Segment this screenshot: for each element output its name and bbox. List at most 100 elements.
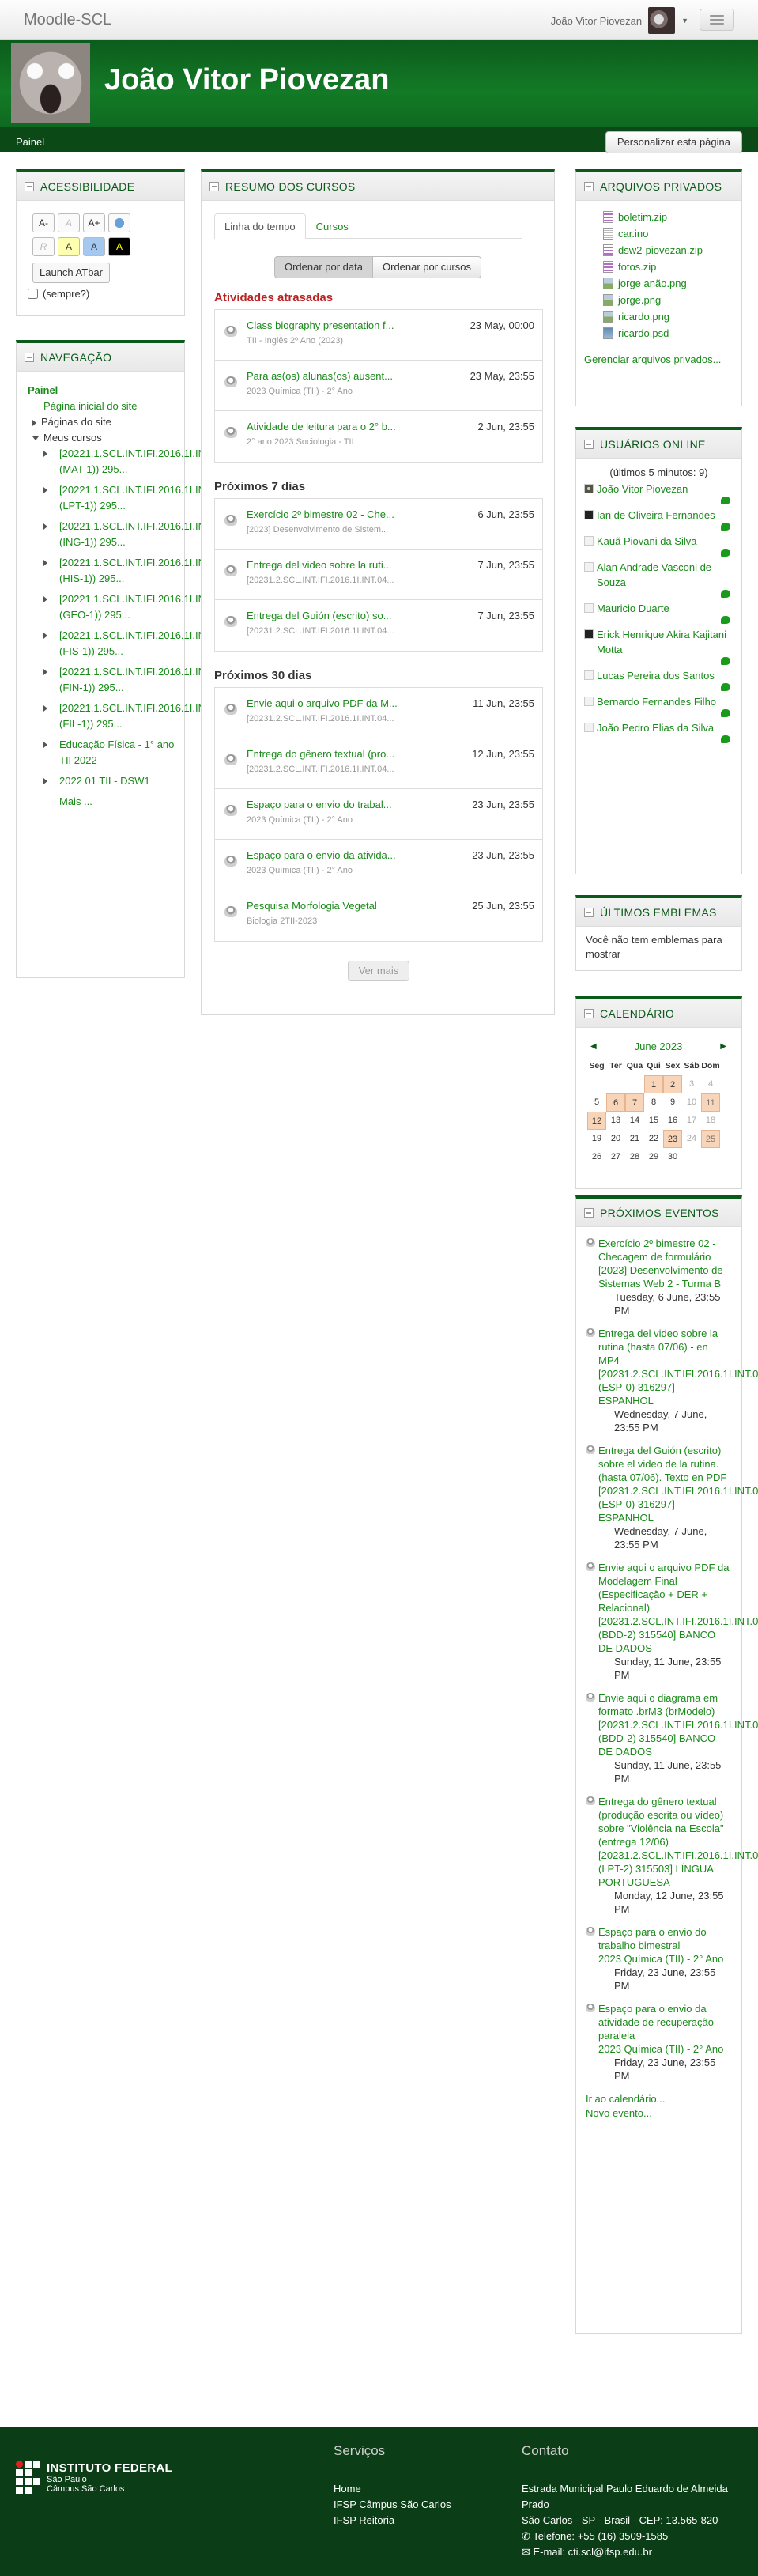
- user-picture[interactable]: [584, 484, 594, 493]
- upcoming-event-course[interactable]: [20231.2.SCL.INT.IFI.2016.1I.INT.04961 (…: [598, 1849, 758, 1888]
- file-link[interactable]: jorge.png: [618, 292, 661, 308]
- collapse-icon[interactable]: [32, 436, 39, 441]
- calendar-day[interactable]: 20: [606, 1130, 625, 1148]
- event-name-link[interactable]: Atividade de leitura para o 2° b...: [247, 421, 413, 432]
- event-row[interactable]: Atividade de leitura para o 2° b... 2° an…: [215, 411, 542, 462]
- online-user-link[interactable]: Lucas Pereira dos Santos: [597, 670, 715, 682]
- user-avatar[interactable]: [648, 7, 676, 34]
- upcoming-event-link[interactable]: Envie aqui o diagrama em formato .brM3 (…: [598, 1692, 718, 1717]
- user-picture[interactable]: [584, 697, 594, 706]
- event-name-link[interactable]: Espaço para o envio do trabal...: [247, 799, 413, 810]
- collapse-block-icon[interactable]: [584, 439, 594, 449]
- tab-courses[interactable]: Cursos: [306, 213, 359, 239]
- menu-toggle-button[interactable]: [700, 9, 734, 31]
- expand-icon[interactable]: [43, 705, 47, 712]
- calendar-day[interactable]: 15: [644, 1112, 663, 1130]
- online-user-link[interactable]: João Pedro Elias da Silva: [597, 722, 714, 734]
- event-name-link[interactable]: Entrega del Guión (escrito) so...: [247, 610, 413, 621]
- event-row[interactable]: Para as(os) alunas(os) ausent... 2023 Quí…: [215, 361, 542, 411]
- event-name-link[interactable]: Entrega del video sobre la ruti...: [247, 559, 413, 571]
- file-item[interactable]: fotos.zip: [603, 259, 733, 275]
- calendar-day[interactable]: 13: [606, 1112, 625, 1130]
- collapse-block-icon[interactable]: [584, 907, 594, 917]
- calendar-day[interactable]: 24: [682, 1130, 701, 1148]
- file-link[interactable]: car.ino: [618, 225, 648, 242]
- collapse-block-icon[interactable]: [584, 1207, 594, 1218]
- upcoming-event-link[interactable]: Espaço para o envio do trabalho bimestra…: [598, 1926, 707, 1951]
- file-item[interactable]: boletim.zip: [603, 209, 733, 225]
- event-name-link[interactable]: Envie aqui o arquivo PDF da M...: [247, 697, 413, 709]
- expand-icon[interactable]: [43, 742, 47, 748]
- upcoming-event-course[interactable]: [20231.2.SCL.INT.IFI.2016.1I.INT.04974 (…: [598, 1719, 758, 1758]
- event-name-link[interactable]: Exercício 2º bimestre 02 - Che...: [247, 508, 413, 520]
- increase-font-button[interactable]: A+: [83, 213, 105, 232]
- manage-files-link[interactable]: Gerenciar arquivos privados...: [584, 353, 721, 365]
- reset-colour-button[interactable]: R: [32, 237, 55, 256]
- calendar-day[interactable]: 9: [663, 1093, 682, 1112]
- collapse-block-icon[interactable]: [25, 181, 34, 191]
- expand-icon[interactable]: [32, 419, 36, 426]
- event-name-link[interactable]: Entrega do gênero textual (pro...: [247, 748, 413, 760]
- file-item[interactable]: jorge.png: [603, 292, 733, 308]
- contact-email[interactable]: ✉ E-mail: cti.scl@ifsp.edu.br: [522, 2544, 743, 2560]
- event-name-link[interactable]: Class biography presentation f...: [247, 319, 413, 331]
- user-picture[interactable]: [584, 562, 594, 572]
- caret-down-icon[interactable]: ▼: [681, 17, 688, 25]
- event-name-link[interactable]: Para as(os) alunas(os) ausent...: [247, 370, 413, 382]
- online-user-link[interactable]: Erick Henrique Akira Kajitani Motta: [597, 629, 726, 655]
- nav-site-home-link[interactable]: Página inicial do site: [43, 400, 138, 412]
- save-settings-icon[interactable]: [108, 213, 130, 232]
- collapse-block-icon[interactable]: [209, 181, 219, 191]
- file-link[interactable]: ricardo.png: [618, 308, 669, 325]
- new-event-link[interactable]: Novo evento...: [586, 2107, 652, 2119]
- upcoming-event-course[interactable]: 2023 Química (TII) - 2° Ano: [598, 2043, 723, 2055]
- calendar-day[interactable]: 7: [625, 1093, 644, 1112]
- upcoming-event-course[interactable]: [2023] Desenvolvimento de Sistemas Web 2…: [598, 1264, 723, 1290]
- calendar-day[interactable]: 29: [644, 1148, 663, 1166]
- calendar-day[interactable]: 18: [701, 1112, 720, 1130]
- nav-more-link[interactable]: Mais ...: [59, 795, 92, 807]
- user-menu-name[interactable]: João Vitor Piovezan: [551, 15, 642, 27]
- next-month-icon[interactable]: ▶: [720, 1042, 726, 1051]
- send-message-icon[interactable]: [721, 709, 730, 717]
- calendar-day[interactable]: 19: [587, 1130, 606, 1148]
- file-link[interactable]: ricardo.psd: [618, 325, 669, 342]
- file-link[interactable]: dsw2-piovezan.zip: [618, 242, 703, 259]
- send-message-icon[interactable]: [721, 549, 730, 557]
- nav-course-item[interactable]: [20221.1.SCL.INT.IFI.2016.1I.INT.04954 (…: [28, 519, 242, 550]
- goto-calendar-link[interactable]: Ir ao calendário...: [586, 2093, 665, 2105]
- event-name-link[interactable]: Pesquisa Morfologia Vegetal: [247, 900, 413, 912]
- calendar-day[interactable]: 25: [701, 1130, 720, 1148]
- nav-course-item[interactable]: [20221.1.SCL.INT.IFI.2016.1I.INT.04949 (…: [28, 701, 242, 732]
- expand-icon[interactable]: [43, 451, 47, 457]
- nav-course-link[interactable]: 2022 01 TII - DSW1: [59, 775, 150, 787]
- event-row[interactable]: Espaço para o envio do trabal... 2023 Quí…: [215, 789, 542, 840]
- collapse-block-icon[interactable]: [25, 352, 34, 362]
- footer-link-home[interactable]: Home: [334, 2481, 492, 2497]
- send-message-icon[interactable]: [721, 523, 730, 531]
- upcoming-event-link[interactable]: Exercício 2º bimestre 02 - Checagem de f…: [598, 1237, 716, 1263]
- user-picture[interactable]: [584, 629, 594, 639]
- sort-by-course-button[interactable]: Ordenar por cursos: [373, 256, 481, 278]
- event-row[interactable]: Espaço para o envio da ativida... 2023 Qu…: [215, 840, 542, 890]
- calendar-day[interactable]: 26: [587, 1148, 606, 1166]
- calendar-day[interactable]: 16: [663, 1112, 682, 1130]
- event-row[interactable]: Entrega do gênero textual (pro... [20231.…: [215, 738, 542, 789]
- event-row[interactable]: Exercício 2º bimestre 02 - Che... [2023] …: [215, 499, 542, 550]
- upcoming-event-link[interactable]: Entrega do gênero textual (produção escr…: [598, 1796, 724, 1848]
- nav-course-link[interactable]: Educação Física - 1° ano TII 2022: [59, 738, 174, 766]
- nav-course-item[interactable]: Educação Física - 1° ano TII 2022: [28, 737, 176, 769]
- upcoming-event-course[interactable]: [20231.2.SCL.INT.IFI.2016.1I.INT.04943 (…: [598, 1368, 758, 1407]
- calendar-day[interactable]: 2: [663, 1075, 682, 1093]
- file-item[interactable]: dsw2-piovezan.zip: [603, 242, 733, 259]
- nav-site-pages[interactable]: Páginas do site: [41, 416, 111, 428]
- file-item[interactable]: car.ino: [603, 225, 733, 242]
- user-menu[interactable]: João Vitor Piovezan ▼: [551, 7, 688, 34]
- online-user-link[interactable]: Ian de Oliveira Fernandes: [597, 509, 715, 521]
- nav-course-item[interactable]: [20221.1.SCL.INT.IFI.2016.1I.INT.04952 (…: [28, 591, 242, 623]
- nav-course-item[interactable]: [20221.1.SCL.INT.IFI.2016.1I.INT.04955 (…: [28, 482, 242, 514]
- upcoming-event-course[interactable]: [20231.2.SCL.INT.IFI.2016.1I.INT.04974 (…: [598, 1615, 758, 1654]
- nav-my-courses[interactable]: Meus cursos: [43, 432, 102, 444]
- calendar-day[interactable]: 28: [625, 1148, 644, 1166]
- calendar-day[interactable]: 30: [663, 1148, 682, 1166]
